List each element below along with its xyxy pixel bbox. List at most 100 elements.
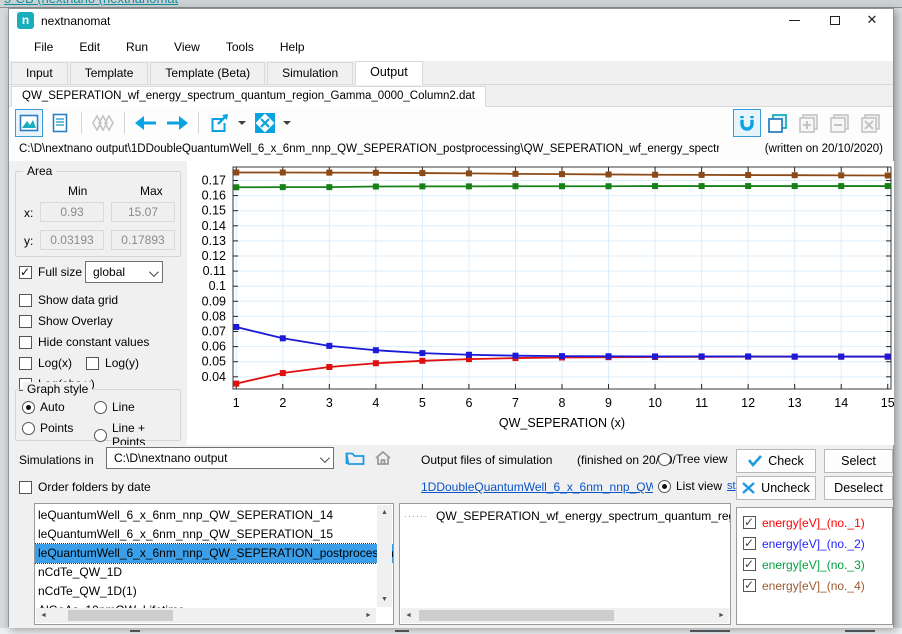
svg-text:9: 9 bbox=[605, 396, 612, 410]
list-view-radio[interactable] bbox=[658, 480, 671, 493]
full-size-row: Full size bbox=[19, 265, 82, 279]
full-size-checkbox[interactable] bbox=[19, 266, 32, 279]
output-file-item[interactable]: QW_SEPERATION_wf_energy_spectrum_quantum… bbox=[436, 509, 731, 523]
curve-label[interactable]: energy[eV]_(no._3) bbox=[762, 558, 865, 572]
tab-input[interactable]: Input bbox=[11, 62, 68, 84]
back-arrow-icon[interactable] bbox=[132, 109, 160, 137]
sim-list-hscrollbar[interactable]: ◄► bbox=[36, 608, 376, 623]
svg-text:0.09: 0.09 bbox=[202, 294, 226, 308]
deselect-button[interactable]: Deselect bbox=[824, 476, 893, 500]
uncheck-button[interactable]: Uncheck bbox=[736, 476, 816, 500]
text-view-icon[interactable] bbox=[46, 109, 74, 137]
show-data-grid-checkbox[interactable] bbox=[19, 294, 32, 307]
hide-constant-label: Hide constant values bbox=[38, 335, 149, 349]
auto-radio[interactable] bbox=[22, 401, 35, 414]
graph-style-points[interactable]: Points bbox=[22, 421, 73, 435]
output-files-label: Output files of simulation bbox=[421, 453, 552, 467]
simulation-list-item[interactable]: nCdTe_QW_1D(1) bbox=[35, 582, 393, 601]
x-min-field[interactable]: 0.93 bbox=[40, 202, 104, 222]
toolbar-separator bbox=[198, 112, 199, 134]
svg-text:0.15: 0.15 bbox=[202, 204, 226, 218]
open-folder-icon[interactable] bbox=[343, 447, 367, 469]
menu-item-tools[interactable]: Tools bbox=[215, 36, 265, 58]
show-overlay-row: Show Overlay bbox=[19, 314, 113, 328]
curve-selection-panel[interactable]: energy[eV]_(no._1) energy[eV]_(no._2)ener… bbox=[736, 507, 893, 625]
show-overlay-label: Show Overlay bbox=[38, 314, 113, 328]
simulation-list-item[interactable]: leQuantumWell_6_x_6nm_nnp_QW_SEPERATION_… bbox=[35, 506, 393, 525]
menu-item-run[interactable]: Run bbox=[115, 36, 159, 58]
tree-hscrollbar[interactable]: ◄► bbox=[401, 608, 729, 623]
simulations-folder-dropdown[interactable]: C:\D\nextnano output bbox=[106, 447, 334, 469]
new-window-icon[interactable] bbox=[764, 109, 792, 137]
tab-output[interactable]: Output bbox=[355, 61, 423, 85]
title-bar[interactable]: n nextnanomat ✕ bbox=[9, 9, 893, 33]
min-header: Min bbox=[68, 184, 87, 198]
simulation-list-item[interactable]: nCdTe_QW_1D bbox=[35, 563, 393, 582]
area-groupbox: Area Min Max x: 0.93 15.07 y: 0.03193 0.… bbox=[15, 171, 181, 257]
tab-simulation[interactable]: Simulation bbox=[267, 62, 353, 84]
fullscreen-icon[interactable] bbox=[251, 109, 279, 137]
svg-text:15: 15 bbox=[881, 396, 894, 410]
check-button[interactable]: Check bbox=[736, 449, 816, 473]
x-max-field[interactable]: 15.07 bbox=[111, 202, 175, 222]
curve-checkbox[interactable] bbox=[743, 537, 756, 550]
chart-view-icon[interactable] bbox=[15, 109, 43, 137]
output-files-tree[interactable]: ······ QW_SEPERATION_wf_energy_spectrum_… bbox=[399, 503, 731, 625]
svg-text:6: 6 bbox=[465, 396, 472, 410]
menu-item-file[interactable]: File bbox=[23, 36, 64, 58]
fullscreen-dropdown-caret[interactable] bbox=[283, 121, 291, 125]
line-radio[interactable] bbox=[94, 401, 107, 414]
curve-label[interactable]: energy[eV]_(no._1) bbox=[762, 516, 865, 530]
file-tab[interactable]: QW_SEPERATION_wf_energy_spectrum_quantum… bbox=[11, 86, 486, 107]
svg-text:0.05: 0.05 bbox=[202, 355, 226, 369]
simulation-list-item[interactable]: leQuantumWell_6_x_6nm_nnp_QW_SEPERATION_… bbox=[35, 544, 393, 563]
scope-dropdown[interactable]: global bbox=[85, 261, 163, 283]
hide-constant-row: Hide constant values bbox=[19, 335, 149, 349]
forward-arrow-icon[interactable] bbox=[163, 109, 191, 137]
graph-style-line[interactable]: Line bbox=[94, 400, 135, 414]
maximize-button[interactable] bbox=[818, 9, 852, 33]
svg-text:8: 8 bbox=[559, 396, 566, 410]
order-by-date-row: Order folders by date bbox=[19, 480, 151, 494]
curve-checkbox[interactable] bbox=[743, 516, 756, 529]
export-dropdown-caret[interactable] bbox=[238, 121, 246, 125]
simulation-list-item[interactable]: leQuantumWell_6_x_6nm_nnp_QW_SEPERATION_… bbox=[35, 525, 393, 544]
graph-style-auto[interactable]: Auto bbox=[22, 400, 65, 414]
log-x-checkbox[interactable] bbox=[19, 357, 32, 370]
show-overlay-checkbox[interactable] bbox=[19, 315, 32, 328]
hide-constant-checkbox[interactable] bbox=[19, 336, 32, 349]
curve-label[interactable]: energy[eV]_(no._2) bbox=[762, 537, 865, 551]
tree-view-radio[interactable] bbox=[658, 453, 671, 466]
show-data-grid-row: Show data grid bbox=[19, 293, 118, 307]
curve-checkbox[interactable] bbox=[743, 579, 756, 592]
home-icon[interactable] bbox=[371, 447, 395, 469]
log-y-checkbox[interactable] bbox=[86, 357, 99, 370]
select-button[interactable]: Select bbox=[824, 449, 893, 473]
list-view-option[interactable]: List view st bbox=[658, 479, 736, 493]
y-max-field[interactable]: 0.17893 bbox=[111, 230, 175, 250]
energy-spectrum-chart[interactable]: 1234567891011121314150.040.050.060.070.0… bbox=[187, 161, 894, 445]
curve-label[interactable]: energy[eV]_(no._4) bbox=[762, 579, 865, 593]
minimize-button[interactable] bbox=[777, 9, 811, 33]
simulations-in-label: Simulations in bbox=[19, 453, 94, 467]
magnet-icon[interactable] bbox=[733, 109, 761, 137]
tab-template-beta-[interactable]: Template (Beta) bbox=[150, 62, 265, 84]
chart-svg: 1234567891011121314150.040.050.060.070.0… bbox=[187, 161, 894, 445]
sim-list-vscrollbar[interactable]: ▲▼ bbox=[377, 505, 392, 607]
points-radio[interactable] bbox=[22, 422, 35, 435]
simulation-link[interactable]: 1DDoubleQuantumWell_6_x_6nm_nnp_QW_SEP bbox=[421, 480, 653, 494]
menu-item-help[interactable]: Help bbox=[269, 36, 316, 58]
simulations-listbox[interactable]: leQuantumWell_6_x_6nm_nnp_QW_SEPERATION_… bbox=[34, 503, 394, 625]
y-min-field[interactable]: 0.03193 bbox=[40, 230, 104, 250]
menu-item-view[interactable]: View bbox=[163, 36, 211, 58]
curve-checkbox[interactable] bbox=[743, 558, 756, 571]
export-icon[interactable] bbox=[206, 109, 234, 137]
close-button[interactable]: ✕ bbox=[855, 9, 889, 33]
tab-template[interactable]: Template bbox=[70, 62, 149, 84]
curve-item: energy[eV]_(no._1) bbox=[737, 512, 892, 533]
line-points-radio[interactable] bbox=[94, 429, 107, 442]
menu-item-edit[interactable]: Edit bbox=[68, 36, 111, 58]
tree-view-option[interactable]: Tree view bbox=[658, 452, 728, 466]
svg-text:0.14: 0.14 bbox=[202, 219, 226, 233]
order-by-date-checkbox[interactable] bbox=[19, 481, 32, 494]
